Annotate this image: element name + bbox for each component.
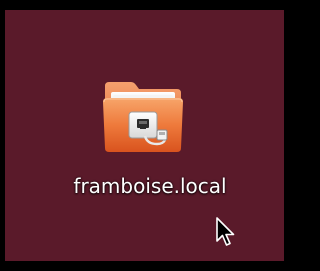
desktop-icon-framboise-local[interactable]: framboise.local: [55, 70, 245, 210]
desktop-background[interactable]: framboise.local: [5, 10, 284, 261]
network-share-folder-icon: [99, 70, 187, 158]
screenshot-frame: framboise.local: [0, 0, 290, 271]
desktop-icon-label: framboise.local: [73, 174, 227, 198]
mouse-pointer-icon: [215, 216, 237, 248]
